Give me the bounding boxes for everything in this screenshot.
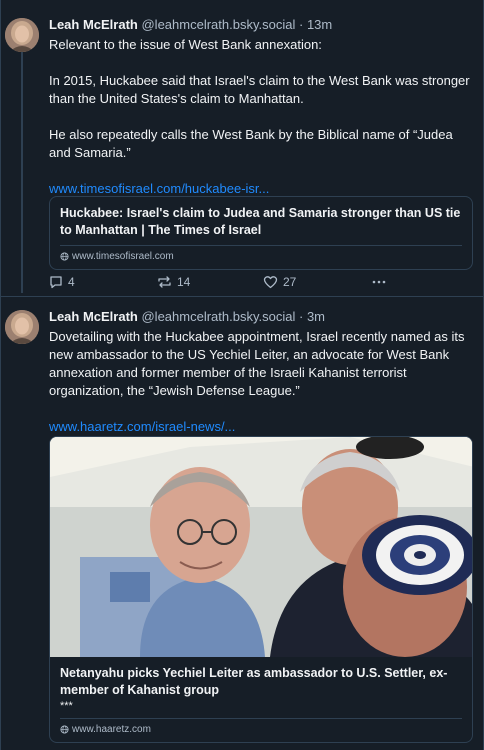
post-header: Leah McElrath @leahmcelrath.bsky.social …	[49, 16, 471, 34]
author-handle[interactable]: @leahmcelrath.bsky.social	[141, 17, 295, 32]
author-name[interactable]: Leah McElrath	[49, 309, 138, 324]
repost-count: 14	[177, 275, 191, 289]
more-options-button[interactable]	[371, 275, 387, 289]
post-time[interactable]: 13m	[307, 17, 332, 32]
post-2-content: Leah McElrath @leahmcelrath.bsky.social …	[49, 308, 471, 436]
reply-count: 4	[68, 275, 75, 289]
card-domain: www.haaretz.com	[72, 724, 151, 735]
card-domain-row: www.timesofisrael.com	[50, 246, 472, 269]
post-link[interactable]: www.haaretz.com/israel-news/...	[49, 418, 471, 436]
post-header: Leah McElrath @leahmcelrath.bsky.social …	[49, 308, 471, 326]
post-paragraph: He also repeatedly calls the West Bank b…	[49, 127, 453, 160]
like-count: 27	[283, 275, 297, 289]
post-time[interactable]: 3m	[307, 309, 325, 324]
avatar[interactable]	[5, 310, 39, 344]
link-card[interactable]: Netanyahu picks Yechiel Leiter as ambass…	[49, 436, 473, 743]
separator: ·	[298, 309, 304, 324]
globe-icon	[60, 725, 69, 734]
post-paragraph: Dovetailing with the Huckabee appointmen…	[49, 329, 465, 398]
like-button[interactable]: 27	[263, 275, 371, 289]
post-paragraph: In 2015, Huckabee said that Israel's cla…	[49, 73, 470, 106]
post-1-content: Leah McElrath @leahmcelrath.bsky.social …	[49, 16, 471, 198]
avatar-image	[5, 18, 39, 52]
avatar[interactable]	[5, 18, 39, 52]
card-description: ***	[60, 700, 73, 712]
repost-button[interactable]: 14	[157, 275, 263, 289]
post-divider	[1, 296, 483, 297]
card-title: Netanyahu picks Yechiel Leiter as ambass…	[60, 666, 448, 697]
avatar-image	[5, 310, 39, 344]
link-card[interactable]: Huckabee: Israel's claim to Judea and Sa…	[49, 196, 473, 270]
reply-button[interactable]: 4	[49, 275, 157, 289]
ellipsis-icon	[372, 280, 386, 284]
post-paragraph: Relevant to the issue of West Bank annex…	[49, 37, 322, 52]
author-name[interactable]: Leah McElrath	[49, 17, 138, 32]
globe-icon	[60, 252, 69, 261]
card-domain: www.timesofisrael.com	[72, 251, 174, 262]
thread-line	[21, 48, 23, 293]
card-title: Huckabee: Israel's claim to Judea and Sa…	[60, 206, 461, 237]
card-domain-row: www.haaretz.com	[50, 719, 472, 742]
post-actions: 4 14 27	[49, 275, 387, 289]
card-thumbnail-image	[50, 437, 472, 657]
heart-icon	[263, 276, 278, 289]
reply-icon	[50, 276, 62, 289]
author-handle[interactable]: @leahmcelrath.bsky.social	[141, 309, 295, 324]
separator: ·	[298, 17, 304, 32]
repost-icon	[158, 276, 171, 288]
feed: Leah McElrath @leahmcelrath.bsky.social …	[0, 0, 484, 750]
